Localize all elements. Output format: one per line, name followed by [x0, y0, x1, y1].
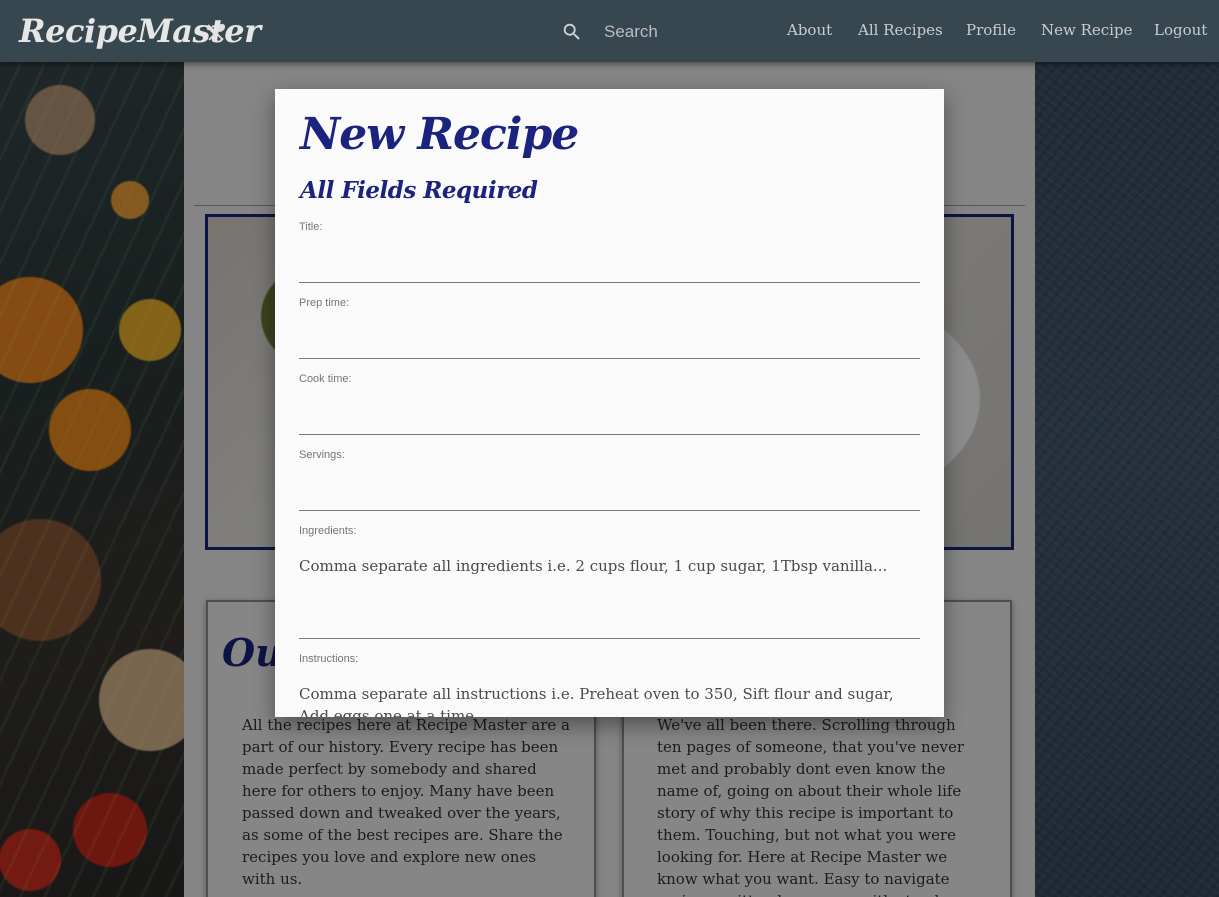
nav-link-logout[interactable]: Logout: [1154, 21, 1207, 39]
servings-input[interactable]: [299, 477, 920, 511]
nav-link-about[interactable]: About: [787, 21, 832, 39]
title-label: Title:: [299, 221, 323, 233]
title-input[interactable]: [299, 249, 920, 283]
ingredients-label: Ingredients:: [299, 525, 357, 537]
utensils-icon: [207, 23, 226, 41]
modal-subtitle: All Fields Required: [300, 177, 538, 204]
cook-time-input[interactable]: [299, 401, 920, 435]
modal-title: New Recipe: [300, 109, 579, 160]
new-recipe-modal: New Recipe All Fields Required Title: Pr…: [275, 89, 944, 717]
search-input[interactable]: [604, 18, 764, 46]
instructions-label: Instructions:: [299, 653, 359, 665]
prep-time-input[interactable]: [299, 325, 920, 359]
navbar: RecipeMaster About All Recipes Profile N…: [0, 0, 1219, 62]
prep-time-label: Prep time:: [299, 297, 350, 309]
cook-time-label: Cook time:: [299, 373, 352, 385]
instructions-textarea[interactable]: [299, 683, 920, 717]
nav-link-profile[interactable]: Profile: [966, 21, 1016, 39]
servings-label: Servings:: [299, 449, 345, 461]
search-icon[interactable]: [561, 21, 583, 43]
nav-link-new-recipe[interactable]: New Recipe: [1041, 21, 1132, 39]
nav-link-all-recipes[interactable]: All Recipes: [858, 21, 943, 39]
ingredients-textarea[interactable]: [299, 555, 920, 639]
